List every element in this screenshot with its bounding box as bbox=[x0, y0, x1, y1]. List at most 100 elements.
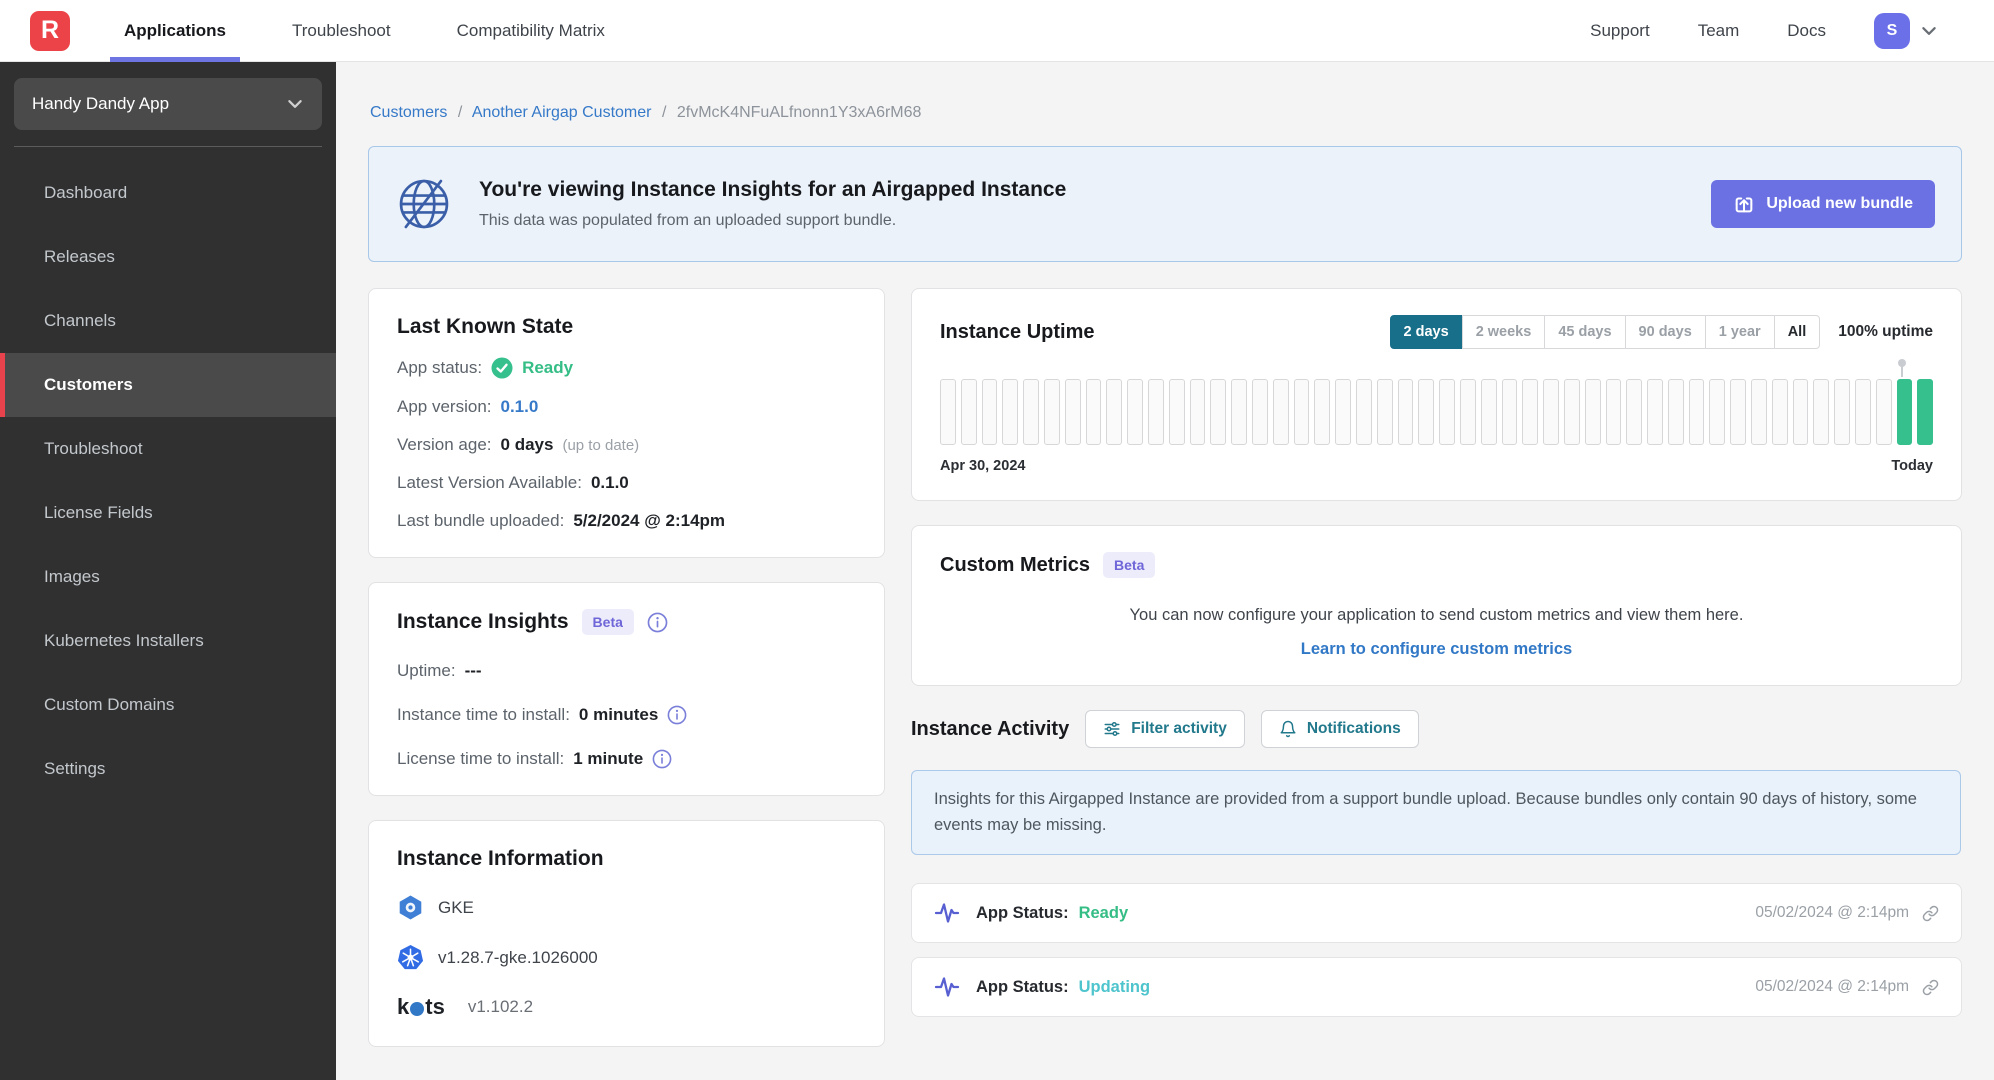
uptime-bar-empty bbox=[1501, 379, 1518, 445]
uptime-bar-empty bbox=[1730, 379, 1747, 445]
banner-subtitle: This data was populated from an uploaded… bbox=[479, 212, 897, 229]
uptime-bar-up bbox=[1896, 379, 1913, 445]
replicated-logo[interactable]: R bbox=[30, 10, 70, 51]
uptime-bar-empty bbox=[1875, 379, 1892, 445]
sidebar-item-dashboard[interactable]: Dashboard bbox=[0, 161, 336, 225]
uptime-bar-empty bbox=[1439, 379, 1455, 445]
uptime-bar-empty bbox=[1418, 379, 1435, 445]
uptime-bar-empty bbox=[940, 379, 956, 445]
app-selector-dropdown[interactable]: Handy Dandy App bbox=[14, 78, 322, 130]
last-known-state-card: Last Known State App status: Ready App v… bbox=[368, 288, 885, 558]
uptime-bar-empty bbox=[1043, 379, 1060, 445]
range-all[interactable]: All bbox=[1773, 315, 1821, 349]
uptime-bar-empty bbox=[1147, 379, 1164, 445]
gke-icon bbox=[397, 894, 424, 921]
sidebar-item-customers[interactable]: Customers bbox=[0, 353, 336, 417]
configure-custom-metrics-link[interactable]: Learn to configure custom metrics bbox=[940, 640, 1933, 659]
uptime-bar-empty bbox=[1855, 379, 1871, 445]
breadcrumb-customer-name[interactable]: Another Airgap Customer bbox=[472, 104, 652, 121]
version-age-value: 0 days bbox=[500, 435, 554, 454]
uptime-bar-empty bbox=[1480, 379, 1497, 445]
tab-applications[interactable]: Applications bbox=[109, 0, 241, 62]
sidebar-item-settings[interactable]: Settings bbox=[0, 737, 336, 801]
k8s-version-value: v1.28.7-gke.1026000 bbox=[438, 947, 598, 967]
uptime-bar-empty bbox=[1314, 379, 1331, 445]
instance-time-to-install-value: 0 minutes bbox=[578, 705, 659, 724]
tab-compatibility-matrix[interactable]: Compatibility Matrix bbox=[457, 0, 605, 62]
sidebar-item-channels[interactable]: Channels bbox=[0, 289, 336, 353]
notifications-button[interactable]: Notifications bbox=[1260, 710, 1419, 748]
app-status-value: Ready bbox=[522, 358, 574, 377]
activity-pulse-icon bbox=[934, 900, 960, 926]
card-title: Instance Insights bbox=[397, 610, 569, 633]
uptime-bar-empty bbox=[1813, 379, 1830, 445]
globe-slash-icon bbox=[395, 175, 453, 233]
card-title: Last Known State bbox=[397, 315, 574, 338]
airgap-banner: You're viewing Instance Insights for an … bbox=[368, 146, 1962, 262]
uptime-bar-empty bbox=[1210, 379, 1227, 445]
nav-docs[interactable]: Docs bbox=[1787, 21, 1826, 41]
instance-information-card: Instance Information GKE v1.28.7-gke.102… bbox=[368, 820, 885, 1047]
account-menu[interactable]: S bbox=[1874, 12, 1938, 49]
kots-logo: k ts bbox=[397, 994, 445, 1019]
range-90-days[interactable]: 90 days bbox=[1624, 315, 1706, 349]
uptime-bar-chart bbox=[940, 359, 1934, 445]
link-icon[interactable] bbox=[1922, 979, 1939, 996]
check-circle-icon bbox=[491, 357, 513, 379]
uptime-range-selector: 2 days 2 weeks 45 days 90 days 1 year Al… bbox=[1389, 315, 1821, 349]
sidebar-item-license-fields[interactable]: License Fields bbox=[0, 481, 336, 545]
card-title: Instance Uptime bbox=[940, 320, 1095, 343]
sidebar-item-images[interactable]: Images bbox=[0, 545, 336, 609]
info-icon[interactable] bbox=[667, 705, 687, 725]
uptime-bar-empty bbox=[1376, 379, 1393, 445]
event-status-value: Updating bbox=[1078, 977, 1151, 996]
version-age-note: (up to date) bbox=[562, 436, 640, 454]
instance-insights-card: Instance Insights Beta Uptime: --- Insta… bbox=[368, 582, 885, 796]
uptime-bar-empty bbox=[1667, 379, 1684, 445]
sidebar-item-releases[interactable]: Releases bbox=[0, 225, 336, 289]
instance-uptime-card: Instance Uptime 2 days 2 weeks 45 days 9… bbox=[911, 288, 1962, 501]
breadcrumb: Customers / Another Airgap Customer / 2f… bbox=[370, 104, 922, 121]
uptime-bar-empty bbox=[1647, 379, 1663, 445]
sidebar-item-custom-domains[interactable]: Custom Domains bbox=[0, 673, 336, 737]
instance-activity-title: Instance Activity bbox=[911, 717, 1070, 740]
breadcrumb-instance-id: 2fvMcK4NFuALfnonn1Y3xA6rM68 bbox=[676, 104, 922, 121]
license-time-to-install-value: 1 minute bbox=[573, 749, 644, 768]
uptime-bar-empty bbox=[1106, 379, 1123, 445]
uptime-bar-empty bbox=[960, 379, 977, 445]
sidebar-item-troubleshoot[interactable]: Troubleshoot bbox=[0, 417, 336, 481]
nav-team[interactable]: Team bbox=[1698, 21, 1740, 41]
kubernetes-icon bbox=[397, 944, 424, 971]
app-sidebar: Handy Dandy App Dashboard Releases Chann… bbox=[0, 62, 336, 1080]
uptime-bar-empty bbox=[1231, 379, 1247, 445]
chevron-down-icon[interactable] bbox=[1920, 22, 1938, 40]
uptime-bar-empty bbox=[1023, 379, 1039, 445]
uptime-bar-empty bbox=[1335, 379, 1351, 445]
info-icon[interactable] bbox=[647, 612, 668, 633]
uptime-start-label: Apr 30, 2024 bbox=[940, 458, 1026, 474]
uptime-bar-empty bbox=[1397, 379, 1414, 445]
nav-support[interactable]: Support bbox=[1590, 21, 1650, 41]
uptime-bar-empty bbox=[1688, 379, 1705, 445]
range-1-year[interactable]: 1 year bbox=[1704, 315, 1775, 349]
chevron-down-icon bbox=[286, 95, 304, 113]
upload-new-bundle-button[interactable]: Upload new bundle bbox=[1711, 180, 1935, 228]
filter-activity-button[interactable]: Filter activity bbox=[1085, 710, 1245, 748]
range-2-weeks[interactable]: 2 weeks bbox=[1461, 315, 1546, 349]
avatar[interactable]: S bbox=[1874, 12, 1910, 49]
range-45-days[interactable]: 45 days bbox=[1544, 315, 1626, 349]
beta-badge: Beta bbox=[581, 609, 634, 635]
tab-troubleshoot[interactable]: Troubleshoot bbox=[292, 0, 391, 62]
bell-icon bbox=[1279, 720, 1297, 738]
sidebar-item-kubernetes-installers[interactable]: Kubernetes Installers bbox=[0, 609, 336, 673]
app-version-link[interactable]: 0.1.0 bbox=[501, 397, 539, 417]
event-status-value: Ready bbox=[1078, 903, 1129, 922]
kots-logo-dot bbox=[410, 1002, 425, 1016]
link-icon[interactable] bbox=[1922, 905, 1939, 922]
uptime-bar-empty bbox=[1002, 379, 1019, 445]
info-icon[interactable] bbox=[652, 749, 672, 769]
latest-version-value: 0.1.0 bbox=[590, 473, 629, 492]
uptime-bar-empty bbox=[1085, 379, 1102, 445]
breadcrumb-customers[interactable]: Customers bbox=[370, 104, 447, 121]
range-2-days[interactable]: 2 days bbox=[1389, 315, 1463, 349]
